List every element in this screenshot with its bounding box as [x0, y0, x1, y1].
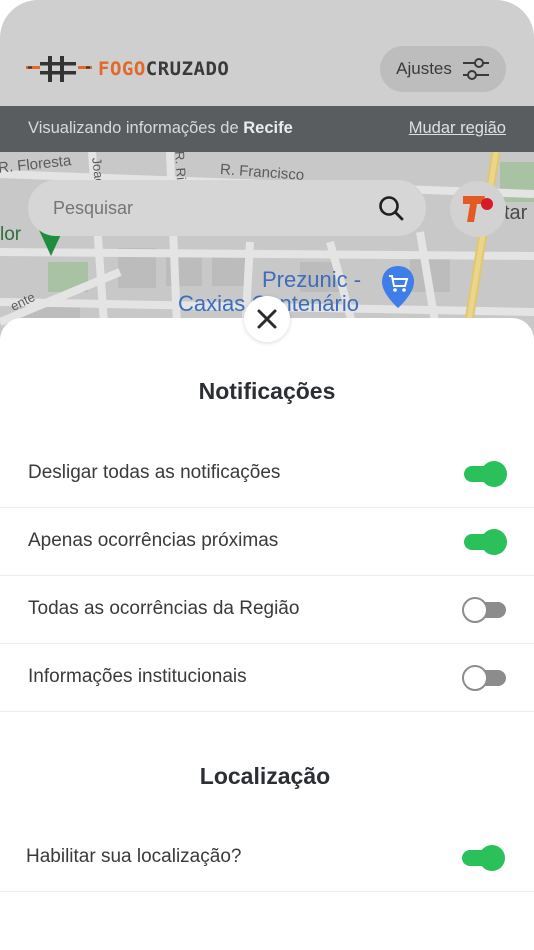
- setting-label: Apenas ocorrências próximas: [28, 530, 279, 551]
- toggle-thumb: [481, 461, 507, 487]
- region-bar: Visualizando informações de Recife Mudar…: [0, 106, 534, 152]
- toggle-thumb: [462, 597, 488, 623]
- institutional-info-toggle[interactable]: [462, 664, 508, 692]
- region-prefix: Visualizando informações de: [28, 119, 244, 137]
- setting-row-institutional: Informações institucionais: [0, 644, 534, 712]
- fogo-cruzado-t-icon: [463, 196, 493, 222]
- app-header: FOGOCRUZADO Ajustes: [0, 0, 534, 106]
- setting-row-disable-all: Desligar todas as notificações: [0, 440, 534, 508]
- app-logo-map-button[interactable]: [450, 181, 506, 237]
- search-bar[interactable]: [28, 180, 426, 236]
- app-screen: FOGOCRUZADO Ajustes Visualizando informa…: [0, 0, 534, 950]
- settings-sheet: Notificações Desligar todas as notificaç…: [0, 318, 534, 950]
- region-info: Visualizando informações de Recife: [28, 119, 293, 138]
- toggle-thumb: [479, 845, 505, 871]
- toggle-thumb: [462, 665, 488, 691]
- setting-label: Informações institucionais: [28, 666, 247, 687]
- logo-accent-text: FOGO: [98, 58, 146, 80]
- setting-row-location: Habilitar sua localização?: [0, 824, 534, 892]
- close-sheet-button[interactable]: [244, 296, 290, 342]
- logo-main-text: CRUZADO: [145, 58, 230, 80]
- close-icon: [257, 309, 277, 329]
- place-label: tar: [504, 202, 528, 224]
- region-occurrences-toggle[interactable]: [462, 596, 508, 624]
- search-input[interactable]: [51, 196, 378, 220]
- logo-wordmark: FOGOCRUZADO: [98, 58, 229, 80]
- logo-hash-icon: [26, 56, 92, 82]
- place-label: lor: [0, 224, 22, 245]
- toggle-thumb: [481, 529, 507, 555]
- fogo-cruzado-logo: FOGOCRUZADO: [26, 54, 229, 84]
- sliders-icon: [462, 58, 489, 80]
- enable-location-toggle[interactable]: [460, 844, 506, 872]
- region-city: Recife: [243, 119, 293, 137]
- street-label: R. Ri: [171, 152, 189, 181]
- settings-label: Ajustes: [396, 59, 452, 78]
- nearby-occurrences-toggle[interactable]: [462, 528, 508, 556]
- shopping-cart-pin-icon[interactable]: [380, 264, 416, 310]
- location-title: Localização: [199, 763, 331, 789]
- disable-all-toggle[interactable]: [462, 460, 508, 488]
- poi-name-line1: Prezunic -: [262, 267, 362, 292]
- settings-button[interactable]: Ajustes: [380, 46, 506, 92]
- setting-row-region: Todas as ocorrências da Região: [0, 576, 534, 644]
- setting-label: Todas as ocorrências da Região: [28, 598, 300, 619]
- search-icon[interactable]: [378, 195, 404, 221]
- setting-label: Desligar todas as notificações: [28, 462, 281, 483]
- notifications-title: Notificações: [198, 378, 336, 404]
- change-region-link[interactable]: Mudar região: [409, 119, 506, 138]
- setting-row-nearby: Apenas ocorrências próximas: [0, 508, 534, 576]
- setting-label: Habilitar sua localização?: [26, 846, 242, 867]
